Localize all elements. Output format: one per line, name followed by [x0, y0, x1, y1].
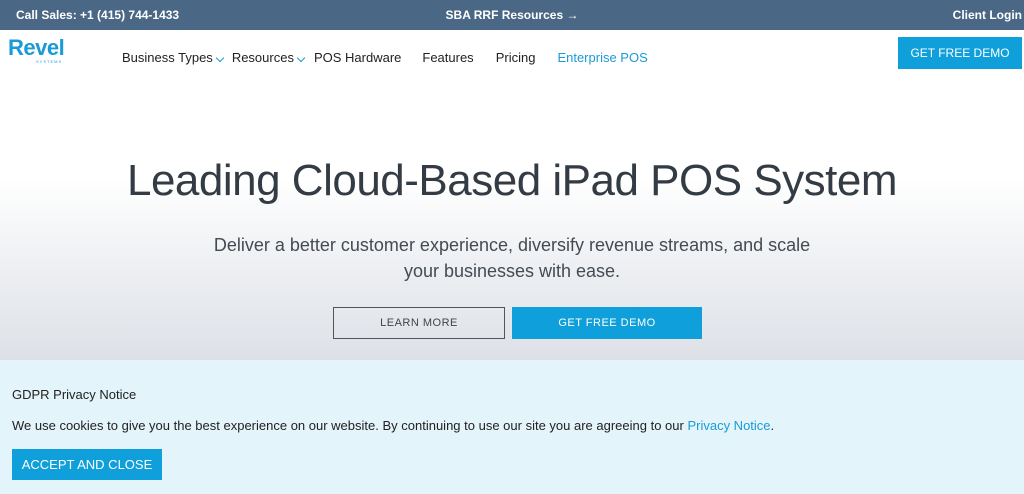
nav-item-features[interactable]: Features — [422, 50, 473, 65]
gdpr-message-period: . — [770, 418, 775, 433]
get-free-demo-button-hero[interactable]: GET FREE DEMO — [512, 307, 702, 339]
nav-item-resources[interactable]: Resources — [231, 49, 306, 65]
revel-logo[interactable]: Revel SYSTEMS — [8, 37, 78, 73]
accept-and-close-button[interactable]: ACCEPT AND CLOSE — [12, 449, 162, 480]
nav-item-label: Resources — [231, 49, 294, 65]
chevron-down-icon — [215, 53, 225, 63]
nav-item-pricing[interactable]: Pricing — [496, 50, 536, 65]
client-login-link[interactable]: Client Login — [953, 8, 1022, 22]
logo-wordmark: Revel — [8, 35, 65, 60]
hero-section: Leading Cloud-Based iPad POS System Deli… — [0, 82, 1024, 360]
gdpr-title: GDPR Privacy Notice — [12, 387, 137, 402]
nav-item-label: Business Types — [122, 49, 213, 65]
nav-item-business-types[interactable]: Business Types — [122, 49, 225, 65]
nav-item-label: Pricing — [495, 49, 536, 65]
get-free-demo-button-header[interactable]: GET FREE DEMO — [898, 37, 1022, 69]
chevron-down-icon — [296, 53, 306, 63]
hero-subtitle: Deliver a better customer experience, di… — [213, 235, 811, 281]
hero-title: Leading Cloud-Based iPad POS System — [126, 156, 898, 205]
nav-item-enterprise-pos[interactable]: Enterprise POS — [557, 50, 647, 65]
privacy-notice-link[interactable]: Privacy Notice — [687, 418, 770, 433]
nav-item-label: POS Hardware — [313, 49, 402, 65]
primary-nav: Business Types Resources POS Hardware Fe… — [122, 48, 648, 66]
gdpr-notice-banner: GDPR Privacy Notice We use cookies to gi… — [0, 360, 1024, 494]
top-bar: Call Sales: +1 (415) 744-1433 SBA RRF Re… — [0, 0, 1024, 30]
main-navbar: Revel SYSTEMS Business Types Resources P… — [0, 30, 1024, 82]
gdpr-message: We use cookies to give you the best expe… — [12, 418, 774, 433]
top-bar-center: SBA RRF Resources → — [0, 8, 1024, 22]
nav-item-label: Enterprise POS — [557, 49, 648, 65]
learn-more-button[interactable]: LEARN MORE — [333, 307, 505, 339]
nav-item-pos-hardware[interactable]: POS Hardware — [314, 50, 401, 65]
gdpr-message-text: We use cookies to give you the best expe… — [12, 418, 688, 433]
nav-item-label: Features — [422, 49, 474, 65]
sba-rrf-resources-link[interactable]: SBA RRF Resources → — [446, 8, 579, 22]
